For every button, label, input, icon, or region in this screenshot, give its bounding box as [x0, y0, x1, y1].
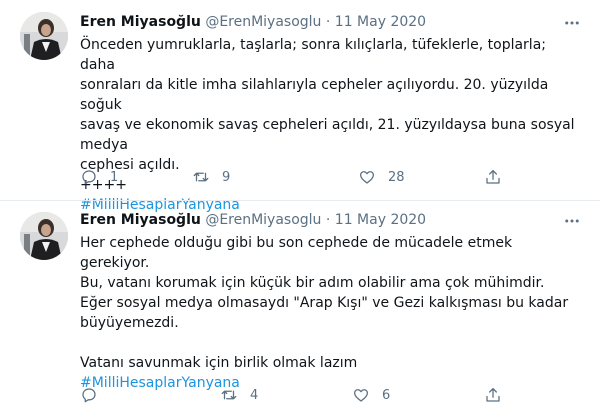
- timestamp[interactable]: 11 May 2020: [335, 212, 426, 228]
- tweet-header: Eren Miyasoğlu @ErenMiyasoglu · 11 May 2…: [80, 211, 426, 229]
- retweet-icon: [193, 172, 209, 182]
- tweet-text: Her cephede olduğu gibi bu son cephede d…: [80, 235, 569, 371]
- display-name[interactable]: Eren Miyasoğlu: [80, 212, 201, 228]
- ellipsis-icon: [565, 21, 579, 25]
- share-icon: [486, 387, 500, 402]
- reply-icon: [82, 170, 96, 185]
- separator: ·: [325, 14, 331, 30]
- avatar[interactable]: [20, 12, 68, 60]
- handle[interactable]: @ErenMiyasoglu: [205, 14, 321, 30]
- reply-button[interactable]: 1: [80, 167, 118, 187]
- tweet-text-block: Her cephede olduğu gibi bu son cephede d…: [80, 233, 585, 393]
- handle[interactable]: @ErenMiyasoglu: [205, 212, 321, 228]
- timestamp[interactable]: 11 May 2020: [335, 14, 426, 30]
- display-name[interactable]: Eren Miyasoğlu: [80, 14, 201, 30]
- retweet-icon: [221, 390, 237, 400]
- like-count: 6: [382, 387, 391, 403]
- heart-icon: [353, 389, 369, 402]
- retweet-count: 4: [250, 387, 259, 403]
- avatar[interactable]: [20, 212, 68, 260]
- like-button[interactable]: 28: [358, 167, 405, 187]
- avatar-photo: [20, 212, 68, 260]
- tweet-actions: 1 9 28: [80, 167, 510, 187]
- ellipsis-icon: [565, 219, 579, 223]
- share-button[interactable]: [484, 385, 502, 405]
- more-options-button[interactable]: [562, 14, 582, 32]
- more-options-button[interactable]: [562, 212, 582, 230]
- reply-icon: [82, 388, 96, 403]
- tweet-actions: 4 6: [80, 385, 510, 405]
- reply-button[interactable]: [80, 385, 110, 405]
- tweet[interactable]: Eren Miyasoğlu @ErenMiyasoglu · 11 May 2…: [0, 0, 600, 213]
- share-icon: [486, 169, 500, 184]
- reply-count: 1: [110, 169, 119, 185]
- separator: ·: [325, 212, 331, 228]
- retweet-button[interactable]: 4: [220, 385, 258, 405]
- tweet-text-block: Önceden yumruklarla, taşlarla; sonra kıl…: [80, 35, 585, 215]
- share-button[interactable]: [484, 167, 502, 187]
- heart-icon: [359, 171, 375, 184]
- retweet-count: 9: [222, 169, 231, 185]
- avatar-photo: [20, 12, 68, 60]
- retweet-button[interactable]: 9: [192, 167, 230, 187]
- tweet-header: Eren Miyasoğlu @ErenMiyasoglu · 11 May 2…: [80, 13, 426, 31]
- like-count: 28: [388, 169, 405, 185]
- like-button[interactable]: 6: [352, 385, 390, 405]
- tweet[interactable]: Eren Miyasoğlu @ErenMiyasoglu · 11 May 2…: [0, 201, 600, 414]
